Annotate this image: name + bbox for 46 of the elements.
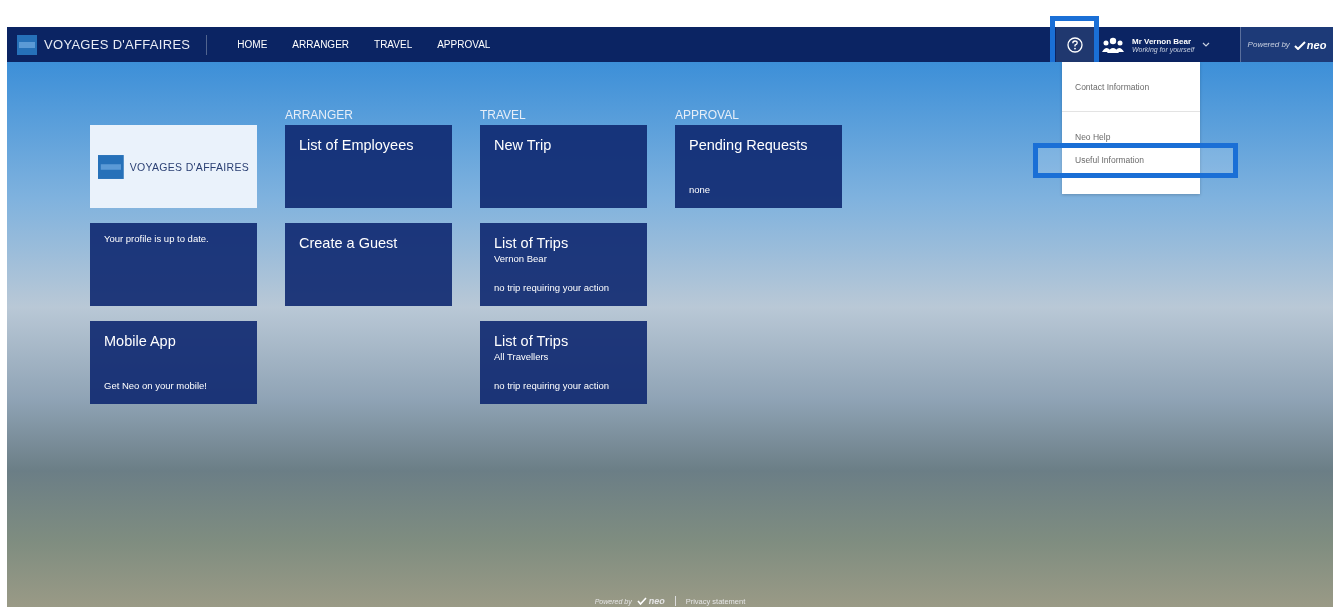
neo-brand: neo bbox=[648, 596, 665, 606]
chevron-down-icon bbox=[1202, 42, 1211, 47]
check-icon bbox=[636, 597, 647, 605]
nav-link[interactable]: HOME bbox=[237, 39, 268, 50]
help-button[interactable] bbox=[1056, 27, 1094, 62]
dashboard-tile[interactable]: List of Trips Vernon Bear no trip requiring your action bbox=[480, 223, 647, 306]
dashboard-tile[interactable]: Mobile App Get Neo on your mobile! bbox=[90, 321, 257, 404]
tile-title: New Trip bbox=[494, 136, 553, 155]
brand-name: VOYAGES D'AFFAIRES bbox=[129, 160, 249, 173]
dashboard-tile[interactable]: List of Employees bbox=[285, 125, 452, 208]
neo-brand: neo bbox=[1306, 38, 1327, 51]
tile-text: no trip requiring your action bbox=[494, 380, 611, 392]
dashboard-tile[interactable]: Create a Guest bbox=[285, 223, 452, 306]
card-logo-icon bbox=[17, 34, 37, 55]
nav-link[interactable]: ARRANGER bbox=[292, 39, 350, 50]
help-icon bbox=[1067, 36, 1083, 53]
tile-title: Create a Guest bbox=[299, 234, 399, 253]
user-name[interactable]: Mr Vernon Bear bbox=[1132, 36, 1195, 46]
tile-title: Pending Requests bbox=[689, 136, 809, 155]
dashboard-tile[interactable]: Your profile is up to date. bbox=[90, 223, 257, 306]
dashboard-tile[interactable]: List of Trips All Travellers no trip requiring your action bbox=[480, 321, 647, 404]
tile-title: List of Trips bbox=[494, 332, 570, 351]
tile-title: Mobile App bbox=[104, 332, 177, 351]
section-heading: ARRANGER bbox=[285, 107, 354, 124]
powered-by-text: Powered by bbox=[1247, 40, 1290, 49]
tile-text: Get Neo on your mobile! bbox=[104, 380, 208, 392]
check-icon bbox=[1293, 39, 1306, 50]
tile-title: List of Trips bbox=[494, 234, 570, 253]
nav-link[interactable]: TRAVEL bbox=[374, 39, 413, 50]
tile-text: no trip requiring your action bbox=[494, 282, 611, 294]
brand-name: VOYAGES D'AFFAIRES bbox=[44, 37, 191, 52]
people-icon bbox=[1102, 36, 1124, 53]
card-logo-icon bbox=[98, 153, 124, 180]
menu-item[interactable]: Useful Information bbox=[1033, 143, 1238, 178]
menu-item[interactable]: Neo Help bbox=[1062, 130, 1200, 144]
tile-text: none bbox=[689, 184, 712, 196]
nav-link[interactable]: APPROVAL bbox=[437, 39, 491, 50]
tile-text: Your profile is up to date. bbox=[104, 233, 210, 245]
section-heading: APPROVAL bbox=[675, 107, 740, 124]
tile-subtitle: Vernon Bear bbox=[494, 253, 548, 264]
section-heading: TRAVEL bbox=[480, 107, 527, 124]
tile-subtitle: All Travellers bbox=[494, 351, 550, 362]
tile-title: List of Employees bbox=[299, 136, 415, 155]
menu-item[interactable]: Contact Information bbox=[1062, 80, 1200, 112]
dashboard-tile[interactable]: New Trip bbox=[480, 125, 647, 208]
dashboard-tile[interactable]: Pending Requests none bbox=[675, 125, 842, 208]
